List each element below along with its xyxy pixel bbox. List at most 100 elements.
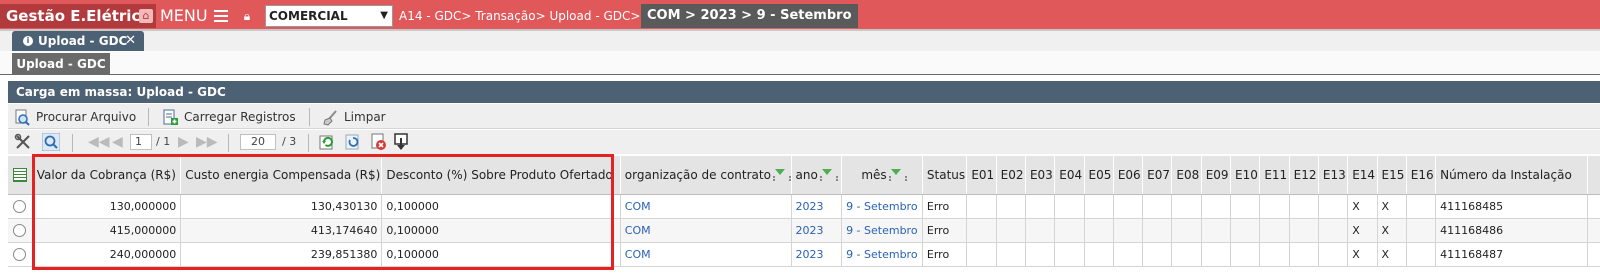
cell-org-link[interactable]: COM [620, 242, 792, 267]
select-all-header[interactable] [8, 156, 33, 195]
page-number-input[interactable]: 1 [130, 134, 152, 150]
app-title: Gestão E.Elétrica [0, 4, 157, 28]
add-document-icon [163, 109, 178, 125]
col-e15[interactable]: E15 [1377, 156, 1407, 195]
close-icon[interactable]: ✕ [125, 31, 136, 51]
broom-icon [323, 110, 337, 126]
cell-ano-link[interactable]: 2023 [791, 194, 843, 219]
cell-ano-link[interactable]: 2023 [791, 242, 843, 267]
browse-file-button[interactable]: Procurar Arquivo [12, 106, 136, 128]
cell-overflow [1587, 218, 1600, 243]
tab-upload-gdc[interactable]: i Upload - GDC ✕ [12, 31, 144, 51]
cell-e16 [1406, 194, 1437, 219]
cell-desconto: 0,100000 [381, 218, 621, 243]
filter-icon[interactable] [819, 169, 838, 181]
col-e04[interactable]: E04 [1054, 156, 1085, 195]
action-toolbar: Procurar Arquivo Carregar Registros Limp… [8, 104, 1600, 129]
reload-icon[interactable] [344, 133, 362, 151]
col-e11[interactable]: E11 [1259, 156, 1290, 195]
cell-e05 [1084, 194, 1114, 219]
context-path: COM > 2023 > 9 - Setembro [641, 4, 858, 28]
menu-button[interactable]: MENU [160, 4, 228, 28]
divider [228, 134, 229, 152]
row-radio[interactable] [13, 247, 27, 261]
cell-mes-link[interactable]: 9 - Setembro [841, 242, 923, 267]
menu-label: MENU [160, 6, 208, 25]
page-total: / 1 [156, 135, 171, 148]
delete-document-icon[interactable] [370, 133, 388, 151]
col-custo-energia[interactable]: Custo energia Compensada (R$) [180, 156, 383, 195]
cell-e16 [1406, 218, 1437, 243]
col-e10[interactable]: E10 [1230, 156, 1261, 195]
clear-button[interactable]: Limpar [320, 106, 386, 128]
breadcrumb[interactable]: A14 - GDC> Transação> Upload - GDC> [399, 5, 640, 27]
cell-e06 [1113, 218, 1144, 243]
col-ano[interactable]: ano [791, 156, 843, 195]
clear-label: Limpar [344, 110, 386, 124]
filter-icon[interactable] [772, 169, 791, 181]
col-organizacao[interactable]: organização de contrato [620, 156, 792, 195]
last-page-icon[interactable]: ▶▶ [196, 134, 218, 150]
col-e12[interactable]: E12 [1289, 156, 1319, 195]
cell-instalacao: 411168487 [1435, 242, 1588, 267]
refresh-icon[interactable] [318, 133, 336, 151]
cell-ano-link[interactable]: 2023 [791, 218, 843, 243]
col-e08[interactable]: E08 [1171, 156, 1202, 195]
home-icon[interactable]: ⌂ [139, 9, 153, 23]
cell-overflow [1587, 242, 1600, 267]
tools-icon[interactable] [14, 133, 32, 151]
cell-e08 [1171, 194, 1202, 219]
col-overflow [1587, 156, 1600, 195]
prev-page-icon[interactable]: ◀ [112, 134, 123, 150]
table-row[interactable]: 415,000000 413,174640 0,100000 COM 2023 … [8, 218, 1600, 243]
export-icon[interactable] [392, 133, 410, 151]
cell-e01 [966, 194, 997, 219]
col-valor-cobranca[interactable]: Valor da Cobrança (R$) [32, 156, 182, 195]
row-select[interactable] [8, 242, 33, 267]
row-select[interactable] [8, 194, 33, 219]
col-desconto[interactable]: Desconto (%) Sobre Produto Ofertado [381, 156, 621, 195]
col-e09[interactable]: E09 [1201, 156, 1232, 195]
col-e16[interactable]: E16 [1406, 156, 1437, 195]
next-page-icon[interactable]: ▶ [178, 134, 189, 150]
col-mes-label: mês [861, 167, 887, 182]
cell-org-link[interactable]: COM [620, 194, 792, 219]
row-radio[interactable] [13, 199, 27, 213]
subtab-upload-gdc[interactable]: Upload - GDC [12, 53, 110, 75]
cell-instalacao: 411168486 [1435, 218, 1588, 243]
row-select[interactable] [8, 218, 33, 243]
col-e07[interactable]: E07 [1142, 156, 1173, 195]
filter-icon[interactable] [888, 169, 907, 181]
cell-e13 [1318, 194, 1349, 219]
chevron-down-icon: ▼ [380, 10, 388, 21]
col-numero-instalacao[interactable]: Número da Instalação [1435, 156, 1588, 195]
cell-e06 [1113, 194, 1144, 219]
cell-org-link[interactable]: COM [620, 218, 792, 243]
col-mes[interactable]: mês [841, 156, 923, 195]
page-size-input[interactable]: 20 [240, 134, 276, 150]
cell-e15: X [1377, 194, 1407, 219]
cell-mes-link[interactable]: 9 - Setembro [841, 194, 923, 219]
col-e01[interactable]: E01 [966, 156, 997, 195]
cell-mes-link[interactable]: 9 - Setembro [841, 218, 923, 243]
col-e02[interactable]: E02 [996, 156, 1026, 195]
first-page-icon[interactable]: ◀◀ [88, 134, 110, 150]
cell-e12 [1289, 218, 1319, 243]
cell-overflow [1587, 194, 1600, 219]
module-select[interactable]: COMERCIAL ▼ [265, 5, 393, 27]
cell-e16 [1406, 242, 1437, 267]
load-records-button[interactable]: Carregar Registros [160, 106, 296, 128]
col-e03[interactable]: E03 [1025, 156, 1056, 195]
search-icon[interactable] [42, 133, 60, 151]
lock-icon[interactable]: 🔒︎ [237, 7, 257, 25]
cell-status: Erro [922, 242, 968, 267]
table-row[interactable]: 130,000000 130,430130 0,100000 COM 2023 … [8, 194, 1600, 219]
table-row[interactable]: 240,000000 239,851380 0,100000 COM 2023 … [8, 242, 1600, 267]
row-radio[interactable] [13, 223, 27, 237]
col-e14[interactable]: E14 [1347, 156, 1378, 195]
col-e13[interactable]: E13 [1318, 156, 1349, 195]
col-status[interactable]: Status [922, 156, 968, 195]
col-e06[interactable]: E06 [1113, 156, 1144, 195]
col-e05[interactable]: E05 [1084, 156, 1114, 195]
browse-file-label: Procurar Arquivo [36, 110, 137, 124]
